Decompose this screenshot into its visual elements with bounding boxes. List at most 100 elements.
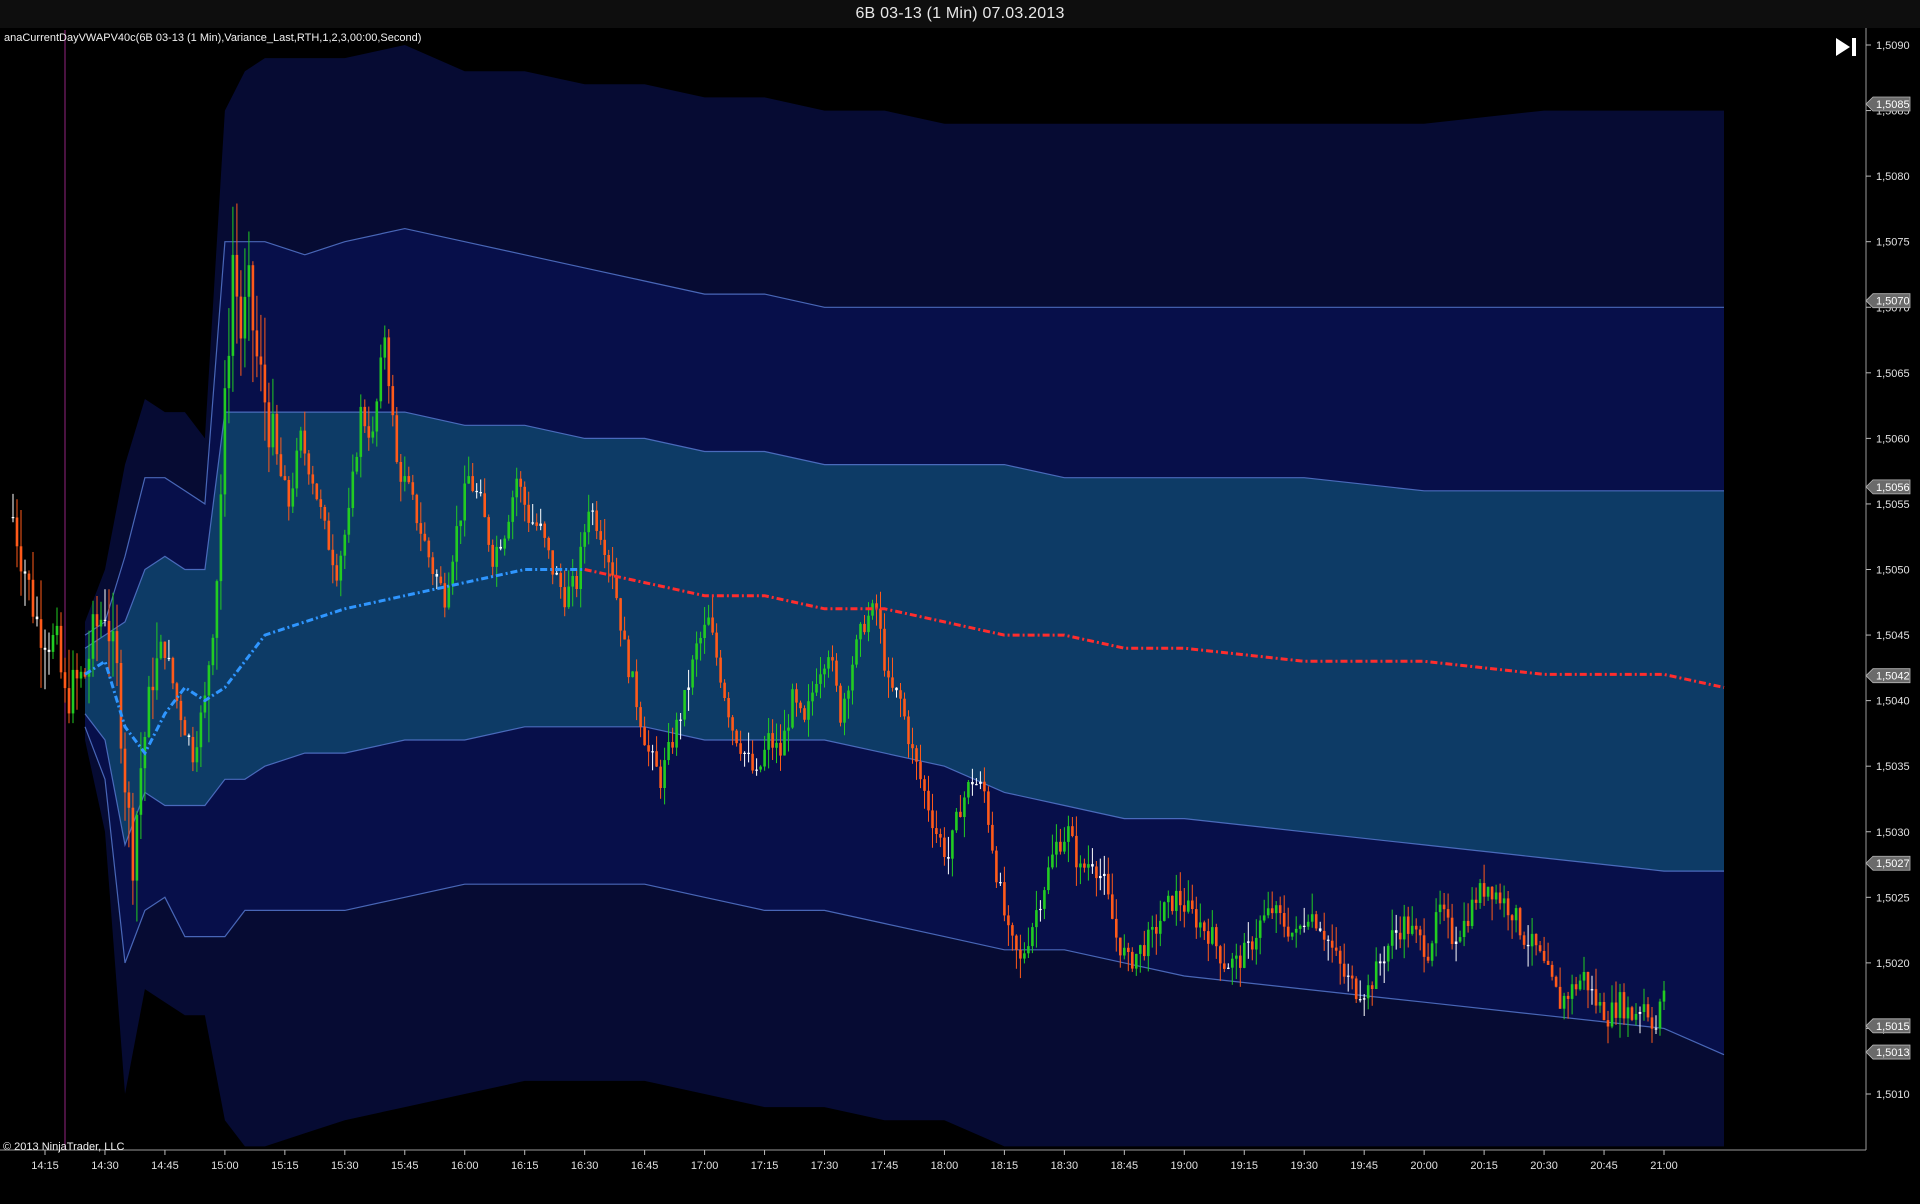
bar-body	[1382, 961, 1386, 964]
y-tick-label: 1,5025	[1876, 892, 1910, 904]
bar-body	[819, 674, 822, 684]
price-chart[interactable]: 1,5010 1,5015 1,5020 1,5025 1,5030 1,5035 1,50…	[0, 28, 1920, 1199]
bar-body	[667, 742, 670, 761]
bar-body	[1414, 925, 1418, 930]
bar-body	[1630, 1007, 1634, 1020]
bar-body	[519, 478, 522, 487]
bar-body	[807, 701, 810, 720]
bar-body	[179, 700, 183, 721]
bar-body	[319, 499, 323, 507]
bar-body	[1207, 931, 1210, 944]
bar-body	[571, 576, 574, 587]
x-tick-label: 14:30	[91, 1160, 119, 1172]
y-tick-label: 1,5045	[1876, 630, 1910, 642]
bar-body	[1027, 946, 1030, 954]
bar-body	[751, 753, 754, 771]
bar-body	[487, 517, 490, 545]
bar-body	[1031, 927, 1034, 947]
bar-body	[299, 430, 303, 451]
x-tick-label: 19:00	[1171, 1160, 1199, 1172]
bar-body	[95, 614, 99, 627]
bar-body	[1011, 925, 1014, 936]
bar-body	[195, 747, 199, 763]
bar-body	[743, 752, 746, 754]
bar-body	[1167, 895, 1170, 903]
indicator-label: anaCurrentDayVWAPV40c(6B 03-13 (1 Min),V…	[4, 32, 422, 44]
bar-body	[1262, 915, 1266, 921]
bar-body	[1111, 894, 1114, 919]
bar-body	[331, 549, 335, 566]
bar-body	[643, 727, 646, 746]
bar-body	[395, 415, 399, 462]
bar-body	[1258, 920, 1262, 938]
y-tick-label: 1,5030	[1876, 827, 1910, 839]
bar-body	[1418, 929, 1422, 936]
x-axis-panel	[0, 1150, 1920, 1199]
bar-body	[1007, 915, 1010, 926]
bar-body	[559, 572, 562, 587]
bar-body	[579, 546, 582, 589]
bar-body	[535, 522, 538, 526]
bar-body	[287, 480, 291, 507]
bar-body	[367, 426, 371, 438]
bar-body	[687, 687, 690, 690]
bar-body	[307, 453, 311, 475]
bar-body	[139, 768, 143, 815]
bar-body	[895, 687, 898, 691]
bar-body	[383, 337, 387, 358]
bar-body	[755, 769, 758, 771]
bar-body	[927, 790, 930, 811]
bar-body	[1019, 950, 1022, 959]
bar-body	[1582, 972, 1586, 981]
bar-body	[111, 631, 115, 642]
bar-body	[291, 488, 295, 507]
bar-body	[1243, 942, 1246, 968]
bar-body	[1654, 1028, 1658, 1030]
bar-body	[451, 561, 454, 586]
bar-body	[1131, 951, 1134, 969]
bar-body	[11, 517, 15, 519]
bar-body	[1634, 1013, 1638, 1020]
bar-body	[463, 483, 466, 521]
bar-body	[1286, 926, 1290, 937]
y-tick-label: 1,5055	[1876, 499, 1910, 511]
bar-body	[1342, 963, 1346, 977]
bar-body	[431, 557, 435, 574]
bar-body	[335, 565, 339, 581]
bar-body	[403, 476, 407, 482]
bar-body	[539, 523, 542, 526]
x-tick-label: 19:30	[1290, 1160, 1318, 1172]
bar-body	[971, 782, 974, 785]
bar-body	[547, 537, 550, 551]
bar-body	[1566, 995, 1570, 999]
bar-body	[1610, 1002, 1614, 1027]
bar-body	[811, 692, 814, 702]
bar-body	[1115, 918, 1118, 938]
bar-body	[947, 857, 950, 859]
bar-body	[1067, 826, 1070, 842]
bar-body	[447, 585, 451, 608]
skip-to-end-icon[interactable]	[1834, 36, 1858, 58]
bar-body	[231, 254, 235, 356]
bar-body	[1083, 863, 1086, 868]
chart-panel[interactable]: 1,5010 1,5015 1,5020 1,5025 1,5030 1,5035 1,50…	[0, 28, 1920, 1199]
bar-body	[1155, 927, 1158, 934]
bar-body	[531, 522, 534, 524]
bar-body	[515, 478, 518, 498]
bar-body	[859, 623, 862, 640]
bar-body	[27, 573, 31, 580]
x-tick-label: 20:30	[1530, 1160, 1558, 1172]
bar-body	[995, 850, 998, 883]
bar-body	[507, 521, 510, 539]
bar-body	[107, 620, 111, 642]
bar-body	[1227, 967, 1230, 969]
bar-body	[1306, 921, 1310, 927]
bar-body	[1318, 928, 1322, 931]
bar-body	[1390, 930, 1394, 946]
bar-body	[655, 751, 658, 767]
bar-body	[847, 690, 850, 699]
bar-body	[283, 476, 287, 480]
bar-body	[891, 677, 894, 688]
x-tick-label: 15:45	[391, 1160, 419, 1172]
bar-body	[167, 657, 171, 660]
